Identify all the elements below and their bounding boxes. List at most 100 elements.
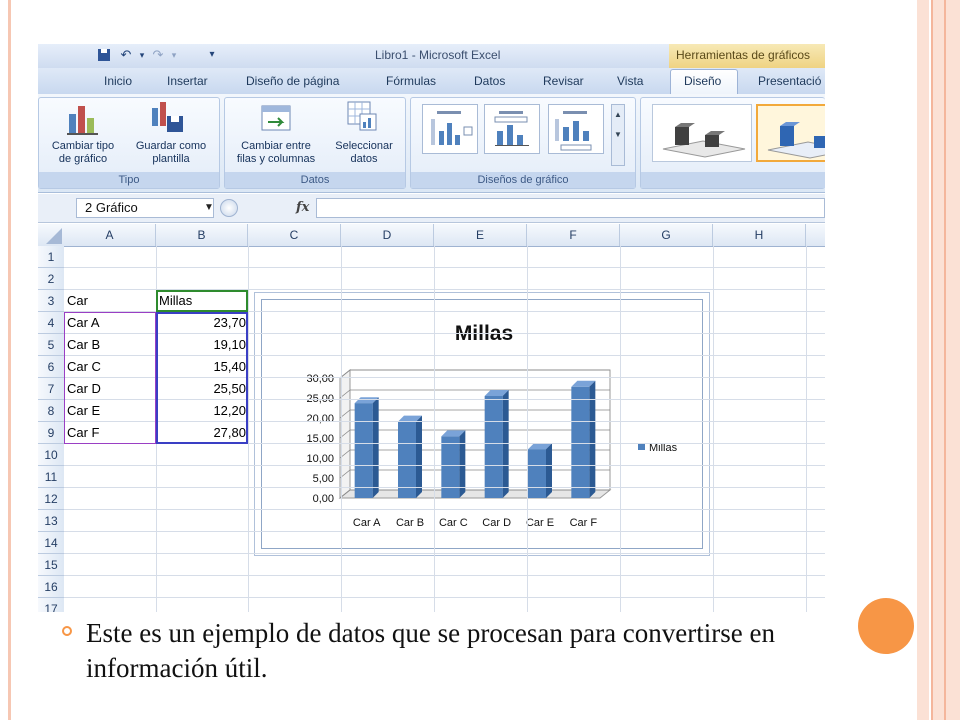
y-tick-label: 30,00 [306, 373, 334, 385]
x-tick-label: Car C [439, 517, 468, 529]
x-tick-label: Car F [570, 517, 598, 529]
column-header[interactable]: B [156, 224, 248, 246]
tab-presentacion[interactable]: Presentació [758, 74, 821, 88]
chart-layout-3[interactable] [548, 104, 604, 154]
y-tick-label: 0,00 [313, 493, 334, 505]
name-box-dropdown-icon[interactable]: ▼ [204, 202, 214, 213]
tab-formulas[interactable]: Fórmulas [386, 74, 436, 88]
select-data-button[interactable]: Seleccionar datos [326, 140, 402, 166]
group-estilos-label [641, 172, 825, 188]
undo-icon[interactable]: ↶ [118, 47, 134, 63]
column-header[interactable]: F [527, 224, 620, 246]
column-header[interactable]: G [620, 224, 713, 246]
x-tick-label: Car B [396, 517, 424, 529]
save-icon[interactable] [96, 47, 112, 63]
column-header[interactable]: A [64, 224, 156, 246]
window-title: Libro1 - Microsoft Excel [375, 48, 501, 62]
chart-style-2[interactable] [756, 104, 825, 162]
row-header[interactable]: 17 [38, 598, 64, 612]
y-tick-label: 20,00 [306, 413, 334, 425]
switch-label-1: Cambiar entre [241, 140, 311, 152]
bar-side [502, 390, 509, 498]
tab-datos[interactable]: Datos [474, 74, 505, 88]
formula-divider-icon[interactable] [220, 199, 238, 217]
row-header[interactable]: 1 [38, 246, 64, 268]
column-header[interactable]: E [434, 224, 527, 246]
change-chart-type-icon[interactable] [66, 102, 100, 136]
chart-layout-1[interactable] [422, 104, 478, 154]
select-all-corner[interactable] [38, 224, 64, 246]
y-tick-label: 10,00 [306, 453, 334, 465]
gridline [64, 509, 825, 510]
select-data-label-1: Seleccionar [335, 140, 393, 152]
insert-function-icon[interactable]: fx [296, 200, 309, 215]
change-chart-type-button[interactable]: Cambiar tipo de gráfico [42, 140, 124, 166]
x-tick-label: Car E [526, 517, 554, 529]
bar [354, 403, 373, 498]
tab-diseno-pagina[interactable]: Diseño de página [246, 74, 339, 88]
redo-icon[interactable]: ↷ [150, 47, 166, 63]
bar-side [372, 397, 379, 498]
group-disenos-label: Diseños de gráfico [411, 172, 635, 188]
tab-vista[interactable]: Vista [617, 74, 643, 88]
range-header-highlight [156, 290, 248, 312]
x-tick-label: Car A [353, 517, 381, 529]
undo-dropdown-icon[interactable]: ▾ [134, 47, 150, 63]
row-header[interactable]: 4 [38, 312, 64, 334]
row-header[interactable]: 7 [38, 378, 64, 400]
row-header[interactable]: 5 [38, 334, 64, 356]
group-datos-label: Datos [225, 172, 405, 188]
legend-swatch [638, 443, 645, 450]
tab-diseno[interactable]: Diseño [684, 74, 721, 88]
save-template-icon[interactable] [150, 100, 186, 136]
bar-side [416, 415, 422, 498]
row-header[interactable]: 12 [38, 488, 64, 510]
redo-dropdown-icon[interactable]: ▾ [166, 47, 182, 63]
chart-area[interactable]: Millas Millas 0,00 5,00 10,00 15,00 20,00 25,… [261, 299, 703, 549]
switch-rows-columns-button[interactable]: Cambiar entre filas y columnas [228, 140, 324, 166]
bar-side [546, 443, 552, 498]
row-header[interactable]: 3 [38, 290, 64, 312]
select-data-label-2: datos [350, 153, 378, 165]
chart-layout-2[interactable] [484, 104, 540, 154]
gridline [64, 487, 825, 488]
chart-floor [338, 489, 612, 499]
bar [528, 449, 546, 498]
row-header[interactable]: 13 [38, 510, 64, 532]
layout-gallery-scroll[interactable]: ▲ ▼ [611, 104, 625, 166]
gridline [64, 553, 825, 554]
column-header[interactable]: C [248, 224, 341, 246]
switch-row-column-icon[interactable] [260, 102, 292, 134]
customize-qat-icon[interactable]: ▾ [204, 47, 220, 63]
row-header[interactable]: 2 [38, 268, 64, 290]
range-values-highlight [156, 312, 248, 444]
gridline [248, 246, 249, 612]
row-header[interactable]: 10 [38, 444, 64, 466]
select-data-icon[interactable] [346, 100, 378, 132]
row-header[interactable]: 11 [38, 466, 64, 488]
slide-frame-right [917, 0, 929, 720]
row-header[interactable]: 6 [38, 356, 64, 378]
name-box[interactable]: 2 Gráfico [76, 198, 214, 218]
row-header[interactable]: 14 [38, 532, 64, 554]
row-header[interactable]: 8 [38, 400, 64, 422]
gridline [620, 246, 621, 612]
excel-window: ↶ ▾ ↷ ▾ ▾ Libro1 - Microsoft Excel Herra… [38, 44, 825, 612]
tab-inicio[interactable]: Inicio [104, 74, 132, 88]
gridline [64, 575, 825, 576]
tab-insertar[interactable]: Insertar [167, 74, 208, 88]
gridline [806, 246, 807, 612]
tab-revisar[interactable]: Revisar [543, 74, 584, 88]
row-header[interactable]: 16 [38, 576, 64, 598]
save-as-template-button[interactable]: Guardar como plantilla [126, 140, 216, 166]
formula-input[interactable] [316, 198, 825, 218]
chart-tools-title: Herramientas de gráficos [676, 48, 811, 62]
column-header[interactable]: H [713, 224, 806, 246]
row-header[interactable]: 9 [38, 422, 64, 444]
bar [484, 396, 503, 498]
chart-style-1[interactable] [652, 104, 752, 162]
cell-a3[interactable]: Car [67, 290, 88, 312]
column-header[interactable]: D [341, 224, 434, 246]
group-tipo-label: Tipo [39, 172, 219, 188]
row-header[interactable]: 15 [38, 554, 64, 576]
